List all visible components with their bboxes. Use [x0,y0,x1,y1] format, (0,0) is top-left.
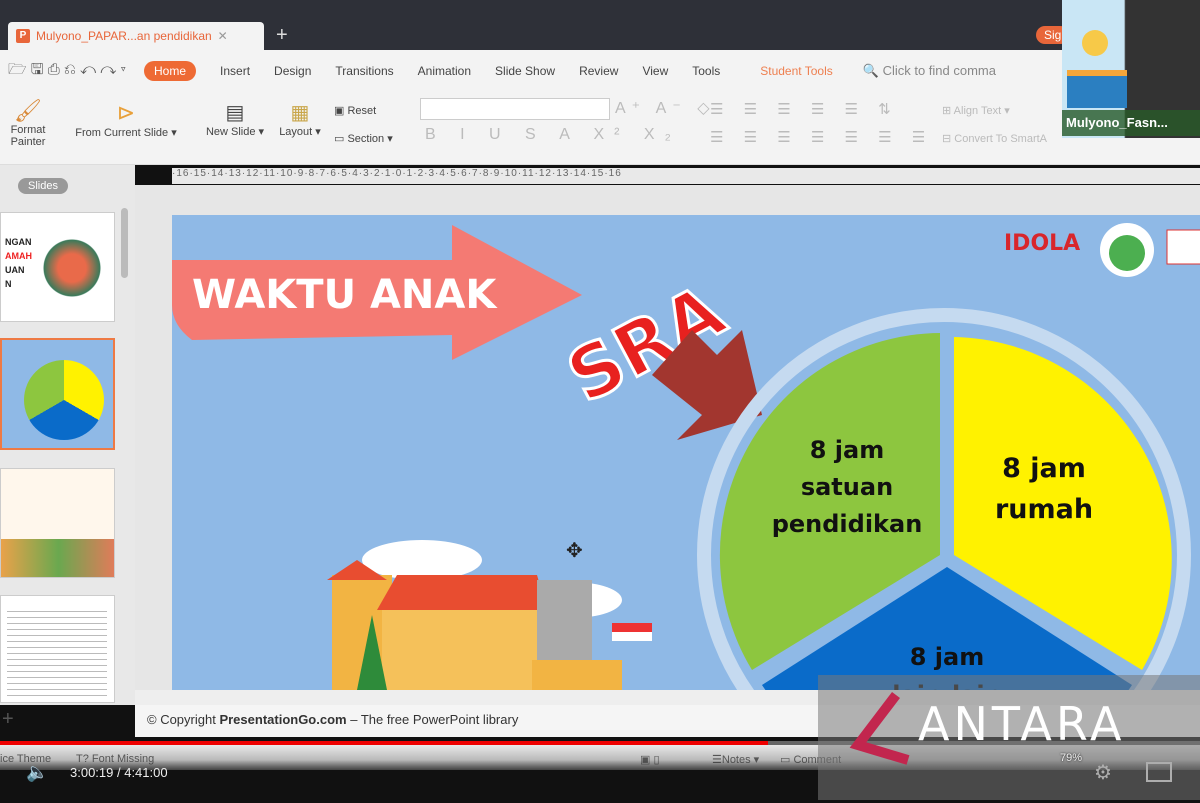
document-tab[interactable]: P Mulyono_PAPAR...an pendidikan ✕ [8,22,264,50]
align-text-label: Align Text [953,105,1002,117]
quick-access-icons[interactable]: 🗁 🖫 ⎙ ⎌ ↶ ↷ ▿ [8,59,126,84]
tab-view[interactable]: View [642,64,668,78]
section-button[interactable]: ▭ Section ▾ [334,132,393,145]
yellow-label-line1: 8 jam [1002,453,1086,484]
paragraph-buttons[interactable]: ☰ ☰ ☰ ☰ ☰ ⇅ [710,100,899,118]
font-style-buttons[interactable]: B I U S A X² X₂ [425,126,681,144]
slide: WAKTU ANAK SRA 8 jam satuan pendidikan 8… [172,215,1200,690]
command-search[interactable]: 🔍 Click to find comma [863,63,996,79]
convert-smartart-button[interactable]: ⊟ Convert To SmartA [942,132,1047,145]
slide-thumbnail-2-selected[interactable] [0,338,115,450]
new-slide-icon: ▤ [225,102,245,124]
slide-thumbnail-1[interactable]: NGAN AMAH UAN N [0,212,115,322]
slides-pane-scrollbar[interactable] [121,208,128,278]
notes-suffix: – The free PowerPoint library [346,712,519,727]
idola-logo: IDOLA [1004,231,1080,256]
tab-home[interactable]: Home [144,61,197,81]
tab-tools[interactable]: Tools [692,64,720,78]
new-slide-button[interactable]: ▤ New Slide ▾ [200,100,270,138]
layout-button[interactable]: ▦ Layout ▾ [274,100,326,138]
format-painter-button[interactable]: 🖌 Format Painter [6,98,50,148]
from-current-slide-label: From Current Slide [75,127,169,139]
format-painter-label: Format Painter [10,124,46,148]
section-label: Section [347,133,385,145]
from-current-slide-button[interactable]: ⊳ From Current Slide ▾ [70,100,182,139]
layout-label: Layout [279,126,313,138]
tab-insert[interactable]: Insert [220,64,250,78]
reset-label: Reset [347,105,377,117]
green-label-line3: pendidikan [772,510,923,538]
font-size-buttons[interactable]: A⁺ A⁻ ◇ [615,98,716,118]
align-text-button[interactable]: ⊞ Align Text ▾ [942,104,1010,117]
brush-icon: 🖌 [14,98,42,123]
video-time: 3:00:19 / 4:41:00 [70,765,168,780]
school-illustration [327,540,652,690]
tab-review[interactable]: Review [579,64,618,78]
slides-tab[interactable]: Slides [18,178,68,194]
close-tab-icon[interactable]: ✕ [218,29,228,43]
ribbon: 🖌 Format Painter ⊳ From Current Slide ▾ ▤ N… [0,92,1200,165]
horizontal-ruler: ·16·15·14·13·12·11·10·9·8·7·6·5·4·3·2·1·… [172,168,1200,184]
banner-text: WAKTU ANAK [192,272,498,318]
badge-logo [1166,229,1200,265]
presentation-icon: P [16,29,30,43]
yellow-label-line2: rumah [995,494,1093,525]
zoom-level: 79% [1060,752,1083,764]
notes-prefix: © Copyright [147,712,220,727]
green-label-line2: satuan [801,473,893,501]
mouse-cursor-move-icon: ✥ [566,540,583,562]
convert-smartart-label: Convert To SmartA [954,133,1048,145]
play-icon: ⊳ [116,100,136,125]
tab-student-tools[interactable]: Student Tools [760,64,833,78]
slide-graphics: WAKTU ANAK SRA 8 jam satuan pendidikan 8… [172,223,1200,690]
reset-button[interactable]: ▣ Reset [334,104,376,117]
add-slide-button[interactable]: + [2,708,14,731]
font-selector[interactable] [420,98,610,120]
volume-icon[interactable]: 🔈 [26,762,48,783]
new-tab-button[interactable]: + [276,24,288,47]
notes-site: PresentationGo.com [219,712,347,727]
tab-design[interactable]: Design [274,64,311,78]
search-placeholder: Click to find comma [882,63,996,78]
menu-bar: 🗁 🖫 ⎙ ⎌ ↶ ↷ ▿ Home Insert Design Transit… [0,50,1200,92]
new-slide-label: New Slide [205,126,256,138]
antara-watermark: ANTARA [818,675,1200,800]
svg-text:ANTARA: ANTARA [918,697,1125,751]
webcam-name: Mulyono_Fasn... [1062,110,1200,136]
layout-icon: ▦ [290,102,310,124]
antara-logo: ANTARA [849,691,1125,765]
tab-transitions[interactable]: Transitions [335,64,393,78]
tab-animation[interactable]: Animation [418,64,471,78]
alignment-buttons[interactable]: ☰ ☰ ☰ ☰ ☰ ☰ ☰ [710,128,933,146]
blue-label-line1: 8 jam [910,643,984,671]
tab-title: Mulyono_PAPAR...an pendidikan [36,29,212,43]
tab-slide-show[interactable]: Slide Show [495,64,555,78]
slide-thumbnail-3[interactable] [0,468,115,578]
slide-thumbnail-4[interactable] [0,595,115,703]
green-label-line1: 8 jam [810,436,884,464]
